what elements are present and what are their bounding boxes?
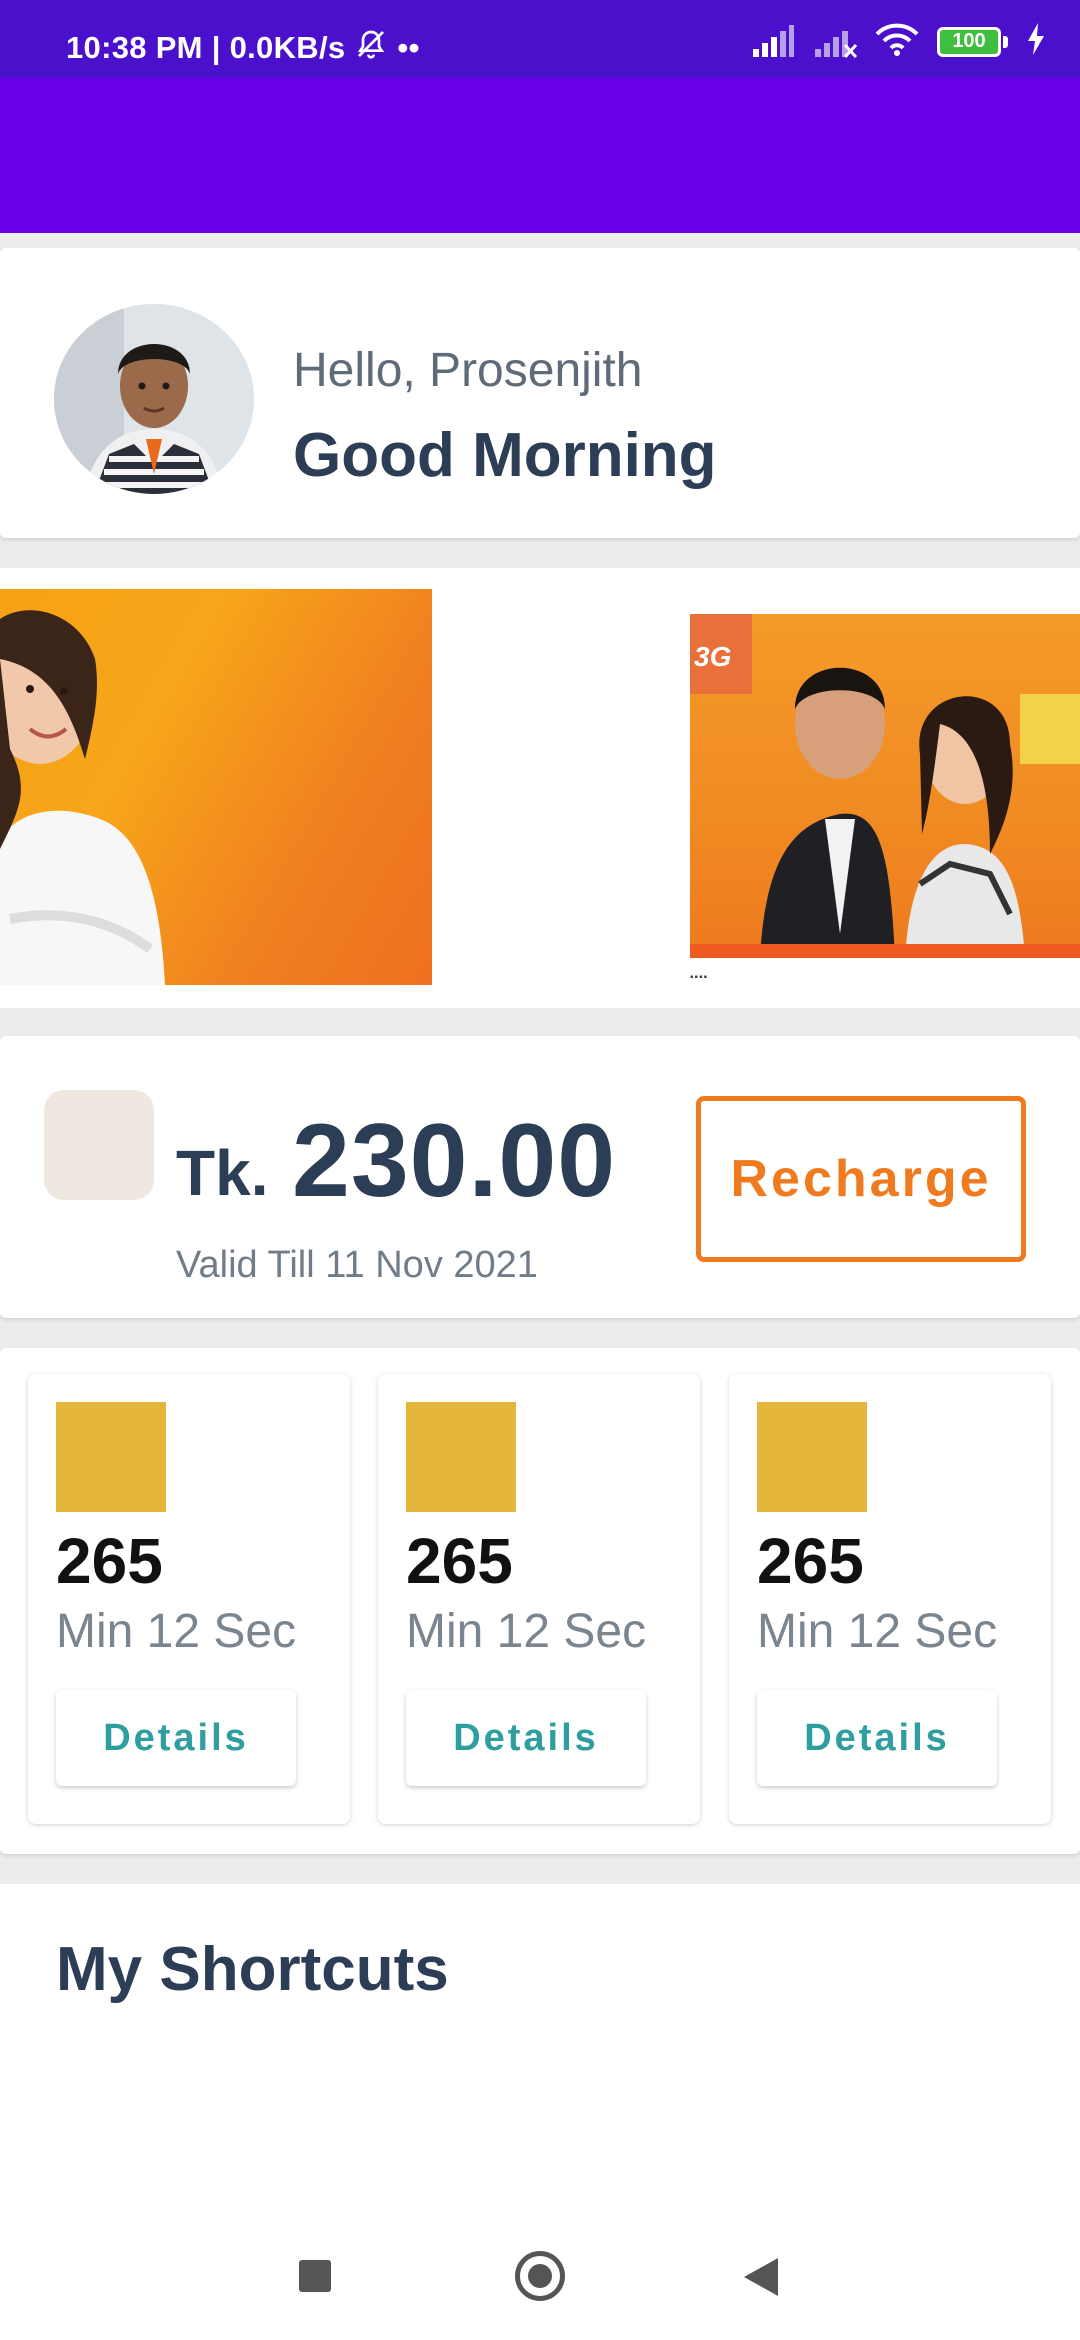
details-button[interactable]: Details bbox=[56, 1690, 296, 1786]
banner-carousel[interactable]: 3G ▪▪▪▪ bbox=[0, 568, 1080, 1008]
greeting-hello: Hello, Prosenjith bbox=[293, 344, 643, 397]
details-button[interactable]: Details bbox=[757, 1690, 997, 1786]
recents-button[interactable] bbox=[299, 2260, 331, 2292]
battery-level: 100 bbox=[937, 26, 1001, 57]
signal-icon bbox=[751, 24, 795, 59]
battery-icon: 100 bbox=[937, 26, 1008, 57]
carousel-indicator: ▪▪▪▪ bbox=[690, 972, 709, 983]
usage-unit: Min 12 Sec bbox=[56, 1605, 297, 1658]
wifi-icon bbox=[875, 22, 919, 61]
balance-icon bbox=[44, 1090, 154, 1200]
usage-value: 265 bbox=[406, 1525, 513, 1597]
greeting-card: Hello, Prosenjith Good Morning bbox=[0, 248, 1080, 538]
bell-off-icon bbox=[355, 28, 387, 68]
recharge-button[interactable]: Recharge bbox=[696, 1096, 1026, 1262]
details-button[interactable]: Details bbox=[406, 1690, 646, 1786]
banner-slide-2[interactable]: 3G bbox=[690, 614, 1080, 958]
signal-icon-2 bbox=[813, 25, 858, 59]
balance-amount: 230.00 bbox=[292, 1103, 617, 1219]
app-bar bbox=[0, 78, 1080, 233]
usage-unit: Min 12 Sec bbox=[757, 1605, 998, 1658]
greeting-salutation: Good Morning bbox=[293, 421, 717, 490]
balance-card: Tk. 230.00 Valid Till 11 Nov 2021 Rechar… bbox=[0, 1036, 1080, 1318]
usage-icon bbox=[406, 1402, 516, 1512]
balance-validity: Valid Till 11 Nov 2021 bbox=[176, 1244, 538, 1286]
usage-icon bbox=[56, 1402, 166, 1512]
usage-icon bbox=[757, 1402, 867, 1512]
usage-section: 265 Min 12 Sec Details 265 Min 12 Sec De… bbox=[0, 1348, 1080, 1854]
status-left: 10:38 PM | 0.0KB/s •• bbox=[66, 28, 420, 68]
back-button[interactable] bbox=[744, 2258, 778, 2296]
usage-card[interactable]: 265 Min 12 Sec Details bbox=[378, 1374, 700, 1824]
status-bar: 10:38 PM | 0.0KB/s •• 100 bbox=[0, 0, 1080, 78]
banner-accent-bar bbox=[690, 944, 1080, 958]
usage-value: 265 bbox=[757, 1525, 864, 1597]
system-nav-bar bbox=[0, 2200, 1080, 2340]
balance-currency: Tk. bbox=[176, 1137, 269, 1209]
usage-card[interactable]: 265 Min 12 Sec Details bbox=[729, 1374, 1051, 1824]
shortcuts-title: My Shortcuts bbox=[56, 1935, 449, 2004]
svg-text:3G: 3G bbox=[694, 641, 731, 672]
status-time: 10:38 PM | 0.0KB/s bbox=[66, 30, 346, 65]
usage-value: 265 bbox=[56, 1525, 163, 1597]
status-right: 100 bbox=[751, 22, 1046, 61]
status-dots: •• bbox=[397, 30, 420, 65]
home-button[interactable] bbox=[515, 2251, 565, 2301]
battery-cap bbox=[1003, 35, 1008, 48]
avatar[interactable] bbox=[54, 304, 254, 494]
charging-bolt-icon bbox=[1026, 23, 1046, 60]
usage-card[interactable]: 265 Min 12 Sec Details bbox=[28, 1374, 350, 1824]
banner-slide-1[interactable] bbox=[0, 589, 432, 985]
home-button-dot bbox=[528, 2264, 552, 2288]
usage-unit: Min 12 Sec bbox=[406, 1605, 647, 1658]
